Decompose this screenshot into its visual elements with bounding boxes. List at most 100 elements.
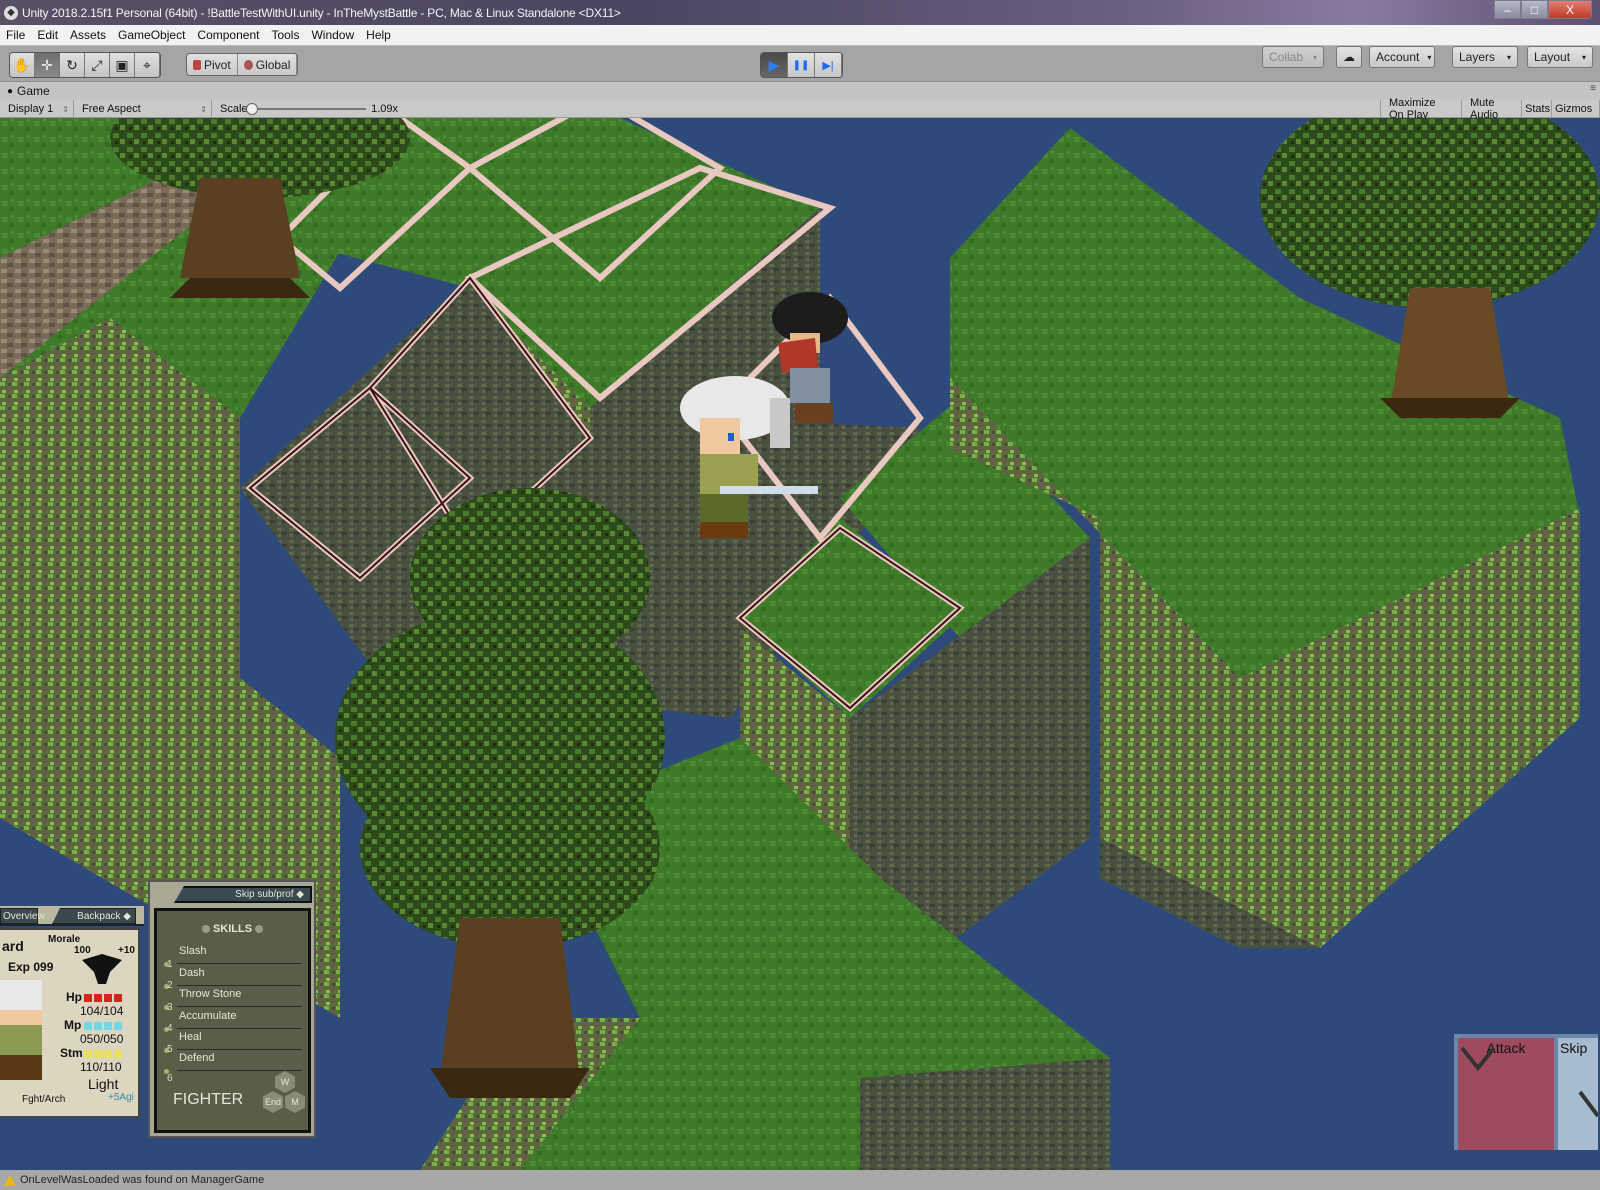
global-label: Global — [255, 57, 291, 72]
mp-bar — [84, 1022, 122, 1030]
rotate-tool-icon[interactable]: ↻ — [60, 53, 85, 77]
rect-tool-icon[interactable]: ▣ — [110, 53, 135, 77]
game-tab-label: Game — [17, 84, 50, 98]
skill-item[interactable]: 3 Accumulate — [157, 1002, 308, 1032]
morale-label: Morale — [48, 934, 81, 945]
stat-pip — [94, 1050, 102, 1058]
cloud-button[interactable]: ☁ — [1336, 46, 1362, 68]
unity-logo-icon: ◆ — [4, 5, 18, 20]
scale-tool-icon[interactable]: ⤢ — [85, 53, 110, 77]
stat-pip — [84, 1050, 92, 1058]
transform-tool-icon[interactable]: ⌖ — [135, 53, 160, 77]
divider — [177, 1006, 302, 1007]
pivot-icon — [193, 59, 201, 70]
skill-item[interactable]: Slash — [157, 943, 308, 967]
game-tab[interactable]: ● Game ≡ — [0, 82, 1600, 100]
dot-icon — [255, 925, 264, 934]
skill-item[interactable]: 1 Dash — [157, 959, 308, 989]
attack-button[interactable]: Attack — [1458, 1038, 1554, 1150]
stat-pip — [114, 1050, 122, 1058]
skill-hotkey: 4 — [167, 1023, 173, 1034]
stm-value: 110/110 — [80, 1060, 122, 1074]
character-name: ard — [2, 938, 24, 954]
move-tool-icon[interactable]: ✛ — [35, 53, 60, 77]
collab-dropdown[interactable]: Collab ▾ — [1262, 46, 1324, 68]
warning-icon — [4, 1174, 16, 1186]
account-dropdown[interactable]: Account ▾ — [1369, 46, 1435, 68]
window-titlebar: ◆ Unity 2018.2.15f1 Personal (64bit) - !… — [0, 0, 1600, 25]
display-label: Display 1 — [8, 103, 54, 115]
chevron-down-icon: ▾ — [1427, 52, 1432, 62]
skill-panel: Skip sub/prof ◆ SKILLS Slash 1 Dash 2 Thro… — [148, 880, 316, 1138]
stat-pip — [104, 994, 112, 1002]
character-tabs: Overview Backpack ◆ — [0, 906, 144, 926]
gizmos-toggle[interactable]: Gizmos — [1552, 100, 1600, 118]
close-button[interactable]: X — [1548, 0, 1592, 19]
step-button[interactable]: ▶| — [815, 53, 842, 77]
menu-edit[interactable]: Edit — [31, 28, 64, 42]
window-controls: – □ X — [1494, 0, 1592, 20]
tab-overview[interactable]: Overview — [0, 908, 45, 924]
play-button[interactable]: ▶ — [761, 53, 788, 77]
hex-button-w[interactable]: W — [275, 1071, 295, 1093]
layers-dropdown[interactable]: Layers ▾ — [1452, 46, 1518, 68]
aspect-select[interactable]: Free Aspect ⇕ — [74, 100, 212, 118]
skill-item[interactable]: 5 Defend — [157, 1044, 308, 1074]
global-button[interactable]: Global — [237, 54, 298, 75]
pivot-button[interactable]: Pivot — [187, 54, 238, 75]
window-title: Unity 2018.2.15f1 Personal (64bit) - !Ba… — [22, 5, 621, 20]
skill-name: Heal — [179, 1031, 202, 1043]
weight-bonus: +5Agi — [108, 1092, 134, 1103]
skill-hotkey: 5 — [167, 1044, 173, 1055]
hex-button-m[interactable]: M — [285, 1091, 305, 1113]
tab-backpack[interactable]: Backpack ◆ — [52, 908, 136, 924]
menu-window[interactable]: Window — [305, 28, 360, 42]
hand-tool-icon[interactable]: ✋ — [10, 53, 35, 77]
hp-value: 104/104 — [80, 1004, 124, 1018]
chevron-down-icon — [1578, 1090, 1598, 1118]
menu-assets[interactable]: Assets — [64, 28, 112, 42]
select-arrows-icon: ⇕ — [200, 104, 207, 114]
console-status-bar[interactable]: OnLevelWasLoaded was found on ManagerGam… — [0, 1170, 1600, 1190]
scale-slider[interactable] — [244, 103, 366, 115]
menu-help[interactable]: Help — [360, 28, 397, 42]
chevron-down-icon — [1460, 1046, 1496, 1072]
menu-component[interactable]: Component — [191, 28, 265, 42]
layout-dropdown[interactable]: Layout ▾ — [1527, 46, 1593, 68]
menu-file[interactable]: File — [0, 28, 31, 42]
game-viewport[interactable]: Overview Backpack ◆ ard Exp 099 Morale 1… — [0, 118, 1600, 1170]
display-select[interactable]: Display 1 ⇕ — [0, 100, 74, 118]
menu-tools[interactable]: Tools — [265, 28, 305, 42]
skill-name: Dash — [179, 967, 205, 979]
hex-button-end[interactable]: End — [263, 1091, 283, 1113]
skip-label: Skip — [1560, 1040, 1588, 1056]
collab-label: Collab — [1269, 50, 1304, 64]
maximize-on-play-toggle[interactable]: Maximize On Play — [1380, 97, 1462, 121]
skill-hotkey: 1 — [167, 959, 173, 970]
weight-class: Light — [88, 1076, 119, 1092]
skip-subprof-tab[interactable]: Skip sub/prof ◆ — [174, 886, 312, 903]
skip-button[interactable]: Skip — [1558, 1038, 1598, 1150]
pivot-label: Pivot — [204, 57, 231, 72]
action-panel: Attack Skip — [1454, 1034, 1598, 1150]
skill-item[interactable]: 2 Throw Stone — [157, 980, 308, 1010]
skills-title: SKILLS — [212, 923, 253, 935]
minimize-button[interactable]: – — [1494, 0, 1521, 19]
stm-bar — [84, 1050, 122, 1058]
restore-button[interactable]: □ — [1521, 0, 1548, 19]
stats-toggle[interactable]: Stats — [1522, 100, 1552, 118]
chevron-down-icon: ▾ — [1581, 52, 1586, 62]
stat-pip — [84, 1022, 92, 1030]
tab-menu-icon[interactable]: ≡ — [1590, 83, 1596, 94]
skill-item[interactable]: 4 Heal — [157, 1023, 308, 1053]
play-controls: ▶ ❚❚ ▶| — [760, 52, 843, 78]
morale-bonus: +10 — [118, 945, 135, 956]
character-exp: Exp 099 — [8, 960, 54, 974]
chevron-down-icon: ▾ — [1312, 52, 1317, 62]
layout-label: Layout — [1534, 50, 1571, 64]
mute-audio-toggle[interactable]: Mute Audio — [1462, 97, 1522, 121]
hp-bar — [84, 994, 122, 1002]
pause-button[interactable]: ❚❚ — [788, 53, 815, 77]
dot-icon — [201, 925, 210, 934]
menu-gameobject[interactable]: GameObject — [112, 28, 191, 42]
